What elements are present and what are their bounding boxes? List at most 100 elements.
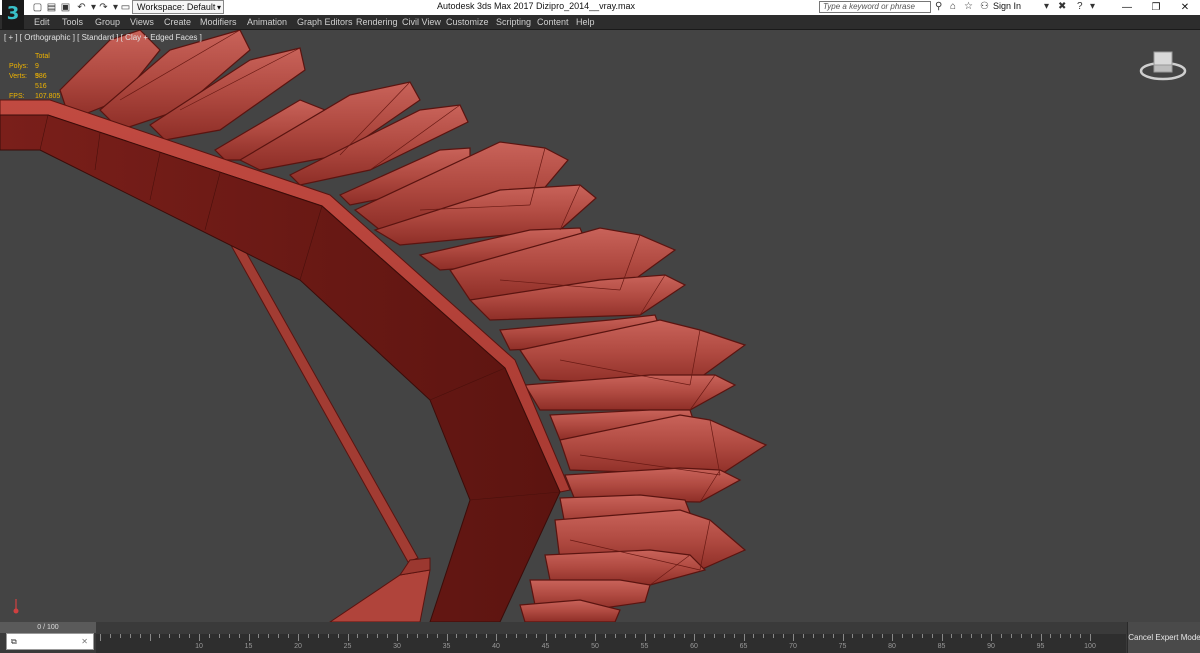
timeline-tick bbox=[802, 634, 804, 638]
timeline-tick bbox=[595, 634, 596, 641]
workspace-label: Workspace: Default bbox=[137, 2, 216, 12]
timeline-tick bbox=[1030, 634, 1032, 638]
timeline-tick bbox=[921, 634, 923, 638]
close-button[interactable]: ✕ bbox=[1170, 0, 1200, 15]
cancel-expert-mode-button[interactable]: Cancel Expert Mode bbox=[1127, 622, 1200, 653]
title-bar: 3 ▢ ▤ ▣ ↶ ▾ ↷ ▾ ▭ Workspace: Default ▾ A… bbox=[0, 0, 1200, 30]
binoculars-icon[interactable]: ⚲ bbox=[935, 1, 942, 12]
close-icon[interactable]: ✕ bbox=[81, 634, 88, 649]
timeline-tick bbox=[783, 634, 785, 638]
timeline-tick bbox=[367, 634, 369, 638]
fps-readout: FPS: 107.805 bbox=[9, 93, 60, 100]
menu-create[interactable]: Create bbox=[164, 16, 191, 28]
timeline-tick bbox=[317, 634, 319, 638]
exchange-icon[interactable]: ✖ bbox=[1058, 1, 1066, 12]
timeline-tick bbox=[694, 634, 695, 641]
sign-in-button[interactable]: Sign In bbox=[993, 1, 1021, 11]
timeline-tick bbox=[733, 634, 735, 638]
timeline-tick bbox=[1020, 634, 1022, 638]
communication-icon[interactable]: ⌂ bbox=[950, 1, 956, 12]
user-icon: ⚇ bbox=[980, 1, 989, 12]
project-folder-icon[interactable]: ▭ bbox=[120, 2, 131, 13]
timeline-tick bbox=[357, 634, 359, 638]
app-logo-icon[interactable]: 3 bbox=[2, 0, 24, 30]
timeline-tick bbox=[565, 634, 567, 638]
timeline-tick bbox=[614, 634, 616, 638]
timeline-tick bbox=[406, 634, 408, 638]
menu-content[interactable]: Content bbox=[537, 16, 569, 28]
timeline-tick bbox=[545, 634, 547, 641]
menu-civil-view[interactable]: Civil View bbox=[402, 16, 441, 28]
timeline-tick bbox=[941, 634, 943, 641]
timeline-tick bbox=[664, 634, 666, 638]
menu-help[interactable]: Help bbox=[576, 16, 595, 28]
menu-graph-editors[interactable]: Graph Editors bbox=[297, 16, 353, 28]
menu-tools[interactable]: Tools bbox=[62, 16, 83, 28]
timeline-tick bbox=[347, 634, 349, 641]
timeline-tick bbox=[505, 634, 507, 638]
timeline-tick bbox=[862, 634, 864, 638]
restore-button[interactable]: ❐ bbox=[1141, 0, 1171, 15]
stats-total-label: Total bbox=[35, 53, 50, 60]
timeline-tick bbox=[1080, 634, 1082, 638]
timeline-tick-label: 45 bbox=[541, 643, 550, 650]
timeline-tick bbox=[644, 634, 646, 641]
menu-animation[interactable]: Animation bbox=[247, 16, 287, 28]
timeline-tick bbox=[674, 634, 676, 638]
chevron-down-icon[interactable]: ▾ bbox=[1090, 1, 1095, 12]
maxscript-listener-input[interactable]: ⧉ ✕ bbox=[6, 633, 94, 650]
timeline-tick bbox=[327, 634, 329, 638]
timeline-tick bbox=[139, 634, 141, 638]
chevron-down-icon[interactable]: ▾ bbox=[1044, 1, 1049, 12]
timeline-tick bbox=[397, 634, 398, 641]
viewport-label[interactable]: [ + ] [ Orthographic ] [ Standard ] [ Cl… bbox=[4, 33, 202, 42]
viewport-perspective[interactable]: [ + ] [ Orthographic ] [ Standard ] [ Cl… bbox=[0, 30, 1200, 622]
timeline-tick-label: 100 bbox=[1084, 643, 1096, 650]
timeline-tick bbox=[199, 634, 200, 641]
open-file-icon[interactable]: ▤ bbox=[46, 2, 57, 13]
timeline-tick bbox=[416, 634, 418, 638]
timeline-tick-label: 80 bbox=[888, 643, 896, 650]
menu-bar: Edit Tools Group Views Create Modifiers … bbox=[0, 15, 1200, 30]
help-icon[interactable]: ? bbox=[1077, 1, 1083, 12]
timeline-tick bbox=[387, 634, 389, 638]
menu-scripting[interactable]: Scripting bbox=[496, 16, 531, 28]
undo-icon[interactable]: ↶ bbox=[76, 2, 87, 13]
fps-value: 107.805 bbox=[35, 93, 61, 100]
menu-rendering[interactable]: Rendering bbox=[356, 16, 398, 28]
timeline-tick bbox=[763, 634, 765, 638]
menu-group[interactable]: Group bbox=[95, 16, 120, 28]
workspace-selector[interactable]: Workspace: Default ▾ bbox=[132, 0, 224, 14]
viewcube-icon[interactable] bbox=[1138, 48, 1188, 88]
timeline-tick bbox=[1060, 634, 1062, 638]
timeline-tick bbox=[525, 634, 527, 638]
timeline-tick bbox=[604, 634, 606, 638]
menu-customize[interactable]: Customize bbox=[446, 16, 489, 28]
search-input[interactable]: Type a keyword or phrase bbox=[819, 1, 931, 13]
timeline-tick bbox=[129, 634, 131, 638]
timeline-tick bbox=[703, 634, 705, 638]
arch-lower-leg bbox=[329, 569, 431, 622]
track-bar[interactable]: 10 15 20 25 30 35 40 45 50 55 60 65 70 75 80 85 90 95 100 bbox=[96, 634, 1126, 653]
menu-views[interactable]: Views bbox=[130, 16, 154, 28]
timeline-tick bbox=[307, 634, 309, 638]
redo-icon[interactable]: ↷ bbox=[98, 2, 109, 13]
timeline-tick bbox=[1040, 634, 1042, 641]
time-slider[interactable]: 0 / 100 bbox=[0, 622, 96, 633]
favorites-star-icon[interactable]: ☆ bbox=[964, 1, 973, 12]
timeline-tick bbox=[852, 634, 854, 638]
menu-edit[interactable]: Edit bbox=[34, 16, 50, 28]
timeline-tick bbox=[1000, 634, 1002, 638]
timeline-tick bbox=[218, 634, 220, 638]
timeline-tick bbox=[812, 634, 814, 638]
timeline-tick-label: 10 bbox=[195, 643, 203, 650]
menu-modifiers[interactable]: Modifiers bbox=[200, 16, 237, 28]
timeline-tick bbox=[634, 634, 636, 638]
minimize-button[interactable]: — bbox=[1112, 0, 1142, 15]
timeline-tick bbox=[1090, 634, 1091, 641]
new-file-icon[interactable]: ▢ bbox=[32, 2, 43, 13]
save-icon[interactable]: ▣ bbox=[60, 2, 71, 13]
timeline-tick bbox=[901, 634, 903, 638]
timeline-tick bbox=[149, 634, 151, 641]
timeline-tick bbox=[535, 634, 537, 638]
